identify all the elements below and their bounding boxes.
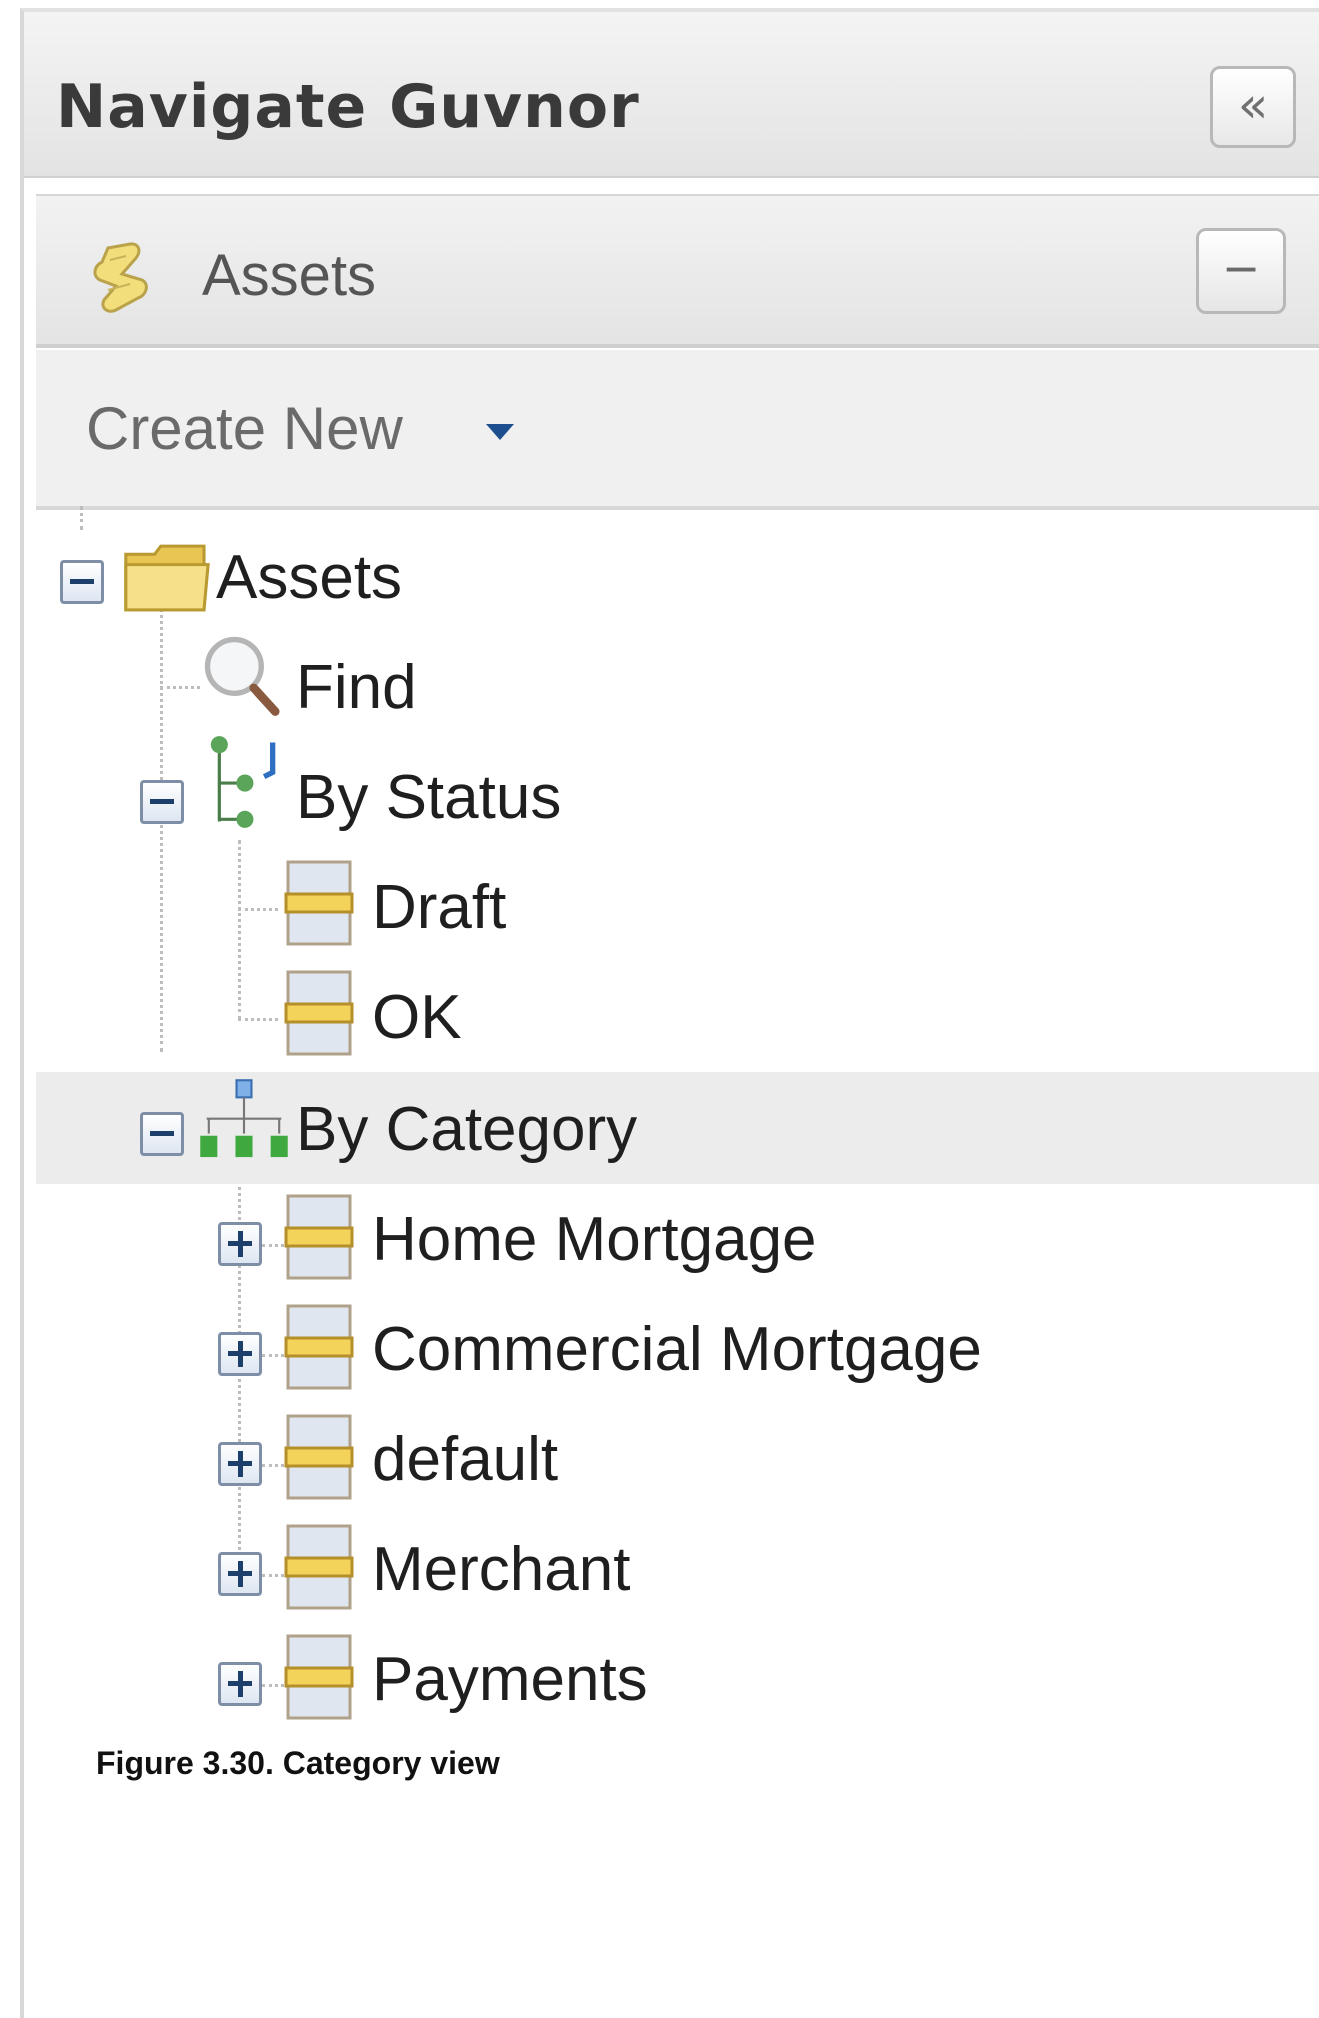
status-tree-icon xyxy=(210,736,276,828)
category-tree-icon xyxy=(200,1079,288,1158)
tree-node-label: Commercial Mortgage xyxy=(372,1315,982,1384)
category-drawer-icon xyxy=(284,1524,354,1610)
toolbar: Create New xyxy=(36,350,1319,510)
asset-tree: Assets Find By Status Draft OK By Catego… xyxy=(36,506,1319,1790)
expand-toggle-icon[interactable] xyxy=(218,1222,262,1266)
magnifier-icon xyxy=(204,636,280,716)
tree-node-label: default xyxy=(372,1425,559,1494)
tree-node-label: Draft xyxy=(372,873,507,942)
tree-node-label: Merchant xyxy=(372,1535,631,1604)
collapse-toggle-icon[interactable] xyxy=(140,1112,184,1156)
collapse-toggle-icon[interactable] xyxy=(60,560,104,604)
category-drawer-icon xyxy=(284,1194,354,1280)
create-new-button[interactable]: Create New xyxy=(86,394,403,463)
tree-node-label: Payments xyxy=(372,1645,648,1714)
category-drawer-icon xyxy=(284,1304,354,1390)
category-drawer-icon xyxy=(284,860,354,946)
tree-node-label: Home Mortgage xyxy=(372,1205,817,1274)
category-drawer-icon xyxy=(284,970,354,1056)
tree-connector xyxy=(262,1354,284,1357)
tree-node-home-mortgage[interactable]: Home Mortgage xyxy=(36,1182,1319,1294)
tree-node-commercial-mortgage[interactable]: Commercial Mortgage xyxy=(36,1292,1319,1404)
tree-connector xyxy=(262,1574,284,1577)
section-title: Assets xyxy=(202,243,377,308)
expand-toggle-icon[interactable] xyxy=(218,1662,262,1706)
tree-node-payments[interactable]: Payments xyxy=(36,1622,1319,1734)
expand-toggle-icon[interactable] xyxy=(218,1442,262,1486)
tree-node-label: Assets xyxy=(216,543,403,612)
tree-node-assets[interactable]: Assets xyxy=(36,522,1319,634)
expand-toggle-icon[interactable] xyxy=(218,1332,262,1376)
category-drawer-icon xyxy=(284,1634,354,1720)
collapse-section-button[interactable]: − xyxy=(1196,228,1286,314)
tree-node-default[interactable]: default xyxy=(36,1402,1319,1514)
tree-node-by-category[interactable]: By Category xyxy=(36,1072,1319,1184)
assets-section-header[interactable]: Assets − xyxy=(36,194,1319,348)
tree-node-label: Find xyxy=(296,653,417,722)
collapse-toggle-icon[interactable] xyxy=(140,780,184,824)
tree-node-by-status[interactable]: By Status xyxy=(36,736,1319,854)
category-drawer-icon xyxy=(284,1414,354,1500)
tree-connector xyxy=(262,1464,284,1467)
folder-icon xyxy=(124,544,210,612)
panel-title: Navigate Guvnor xyxy=(56,72,640,142)
tree-node-draft[interactable]: Draft xyxy=(36,852,1319,964)
tree-node-find[interactable]: Find xyxy=(36,632,1319,744)
collapse-panel-button[interactable]: « xyxy=(1210,66,1296,148)
tree-node-merchant[interactable]: Merchant xyxy=(36,1512,1319,1624)
assets-scroll-icon xyxy=(93,242,148,313)
tree-connector xyxy=(262,1684,284,1687)
tree-node-label: OK xyxy=(372,983,462,1052)
navigate-guvnor-panel: Navigate Guvnor « Assets − Create New As… xyxy=(20,8,1319,2018)
panel-header: Navigate Guvnor « xyxy=(24,12,1319,178)
tree-node-label: By Status xyxy=(296,763,562,832)
tree-node-ok[interactable]: OK xyxy=(36,962,1319,1074)
tree-node-label: By Category xyxy=(296,1095,638,1164)
chevron-down-icon[interactable] xyxy=(486,424,514,440)
expand-toggle-icon[interactable] xyxy=(218,1552,262,1596)
figure-caption: Figure 3.30. Category view xyxy=(96,1745,500,1781)
tree-connector xyxy=(262,1244,284,1247)
